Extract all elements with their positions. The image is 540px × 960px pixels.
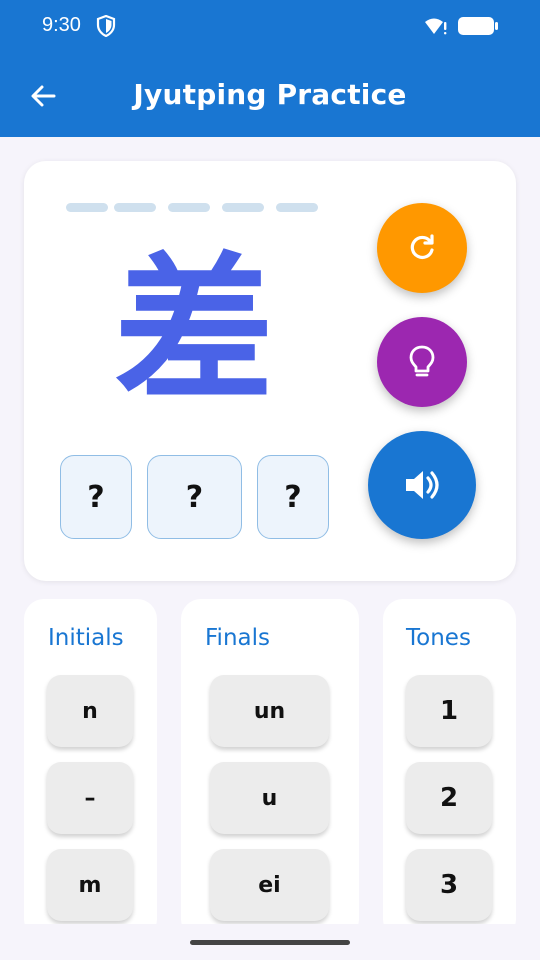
wifi-icon [425, 18, 447, 35]
progress-dash [114, 203, 156, 212]
shield-icon [96, 15, 116, 37]
initial-option[interactable]: m [47, 849, 133, 921]
progress-dash [276, 203, 318, 212]
tone-option[interactable]: 2 [406, 762, 492, 834]
lightbulb-icon [409, 345, 435, 377]
initials-panel: Initials n – m [24, 599, 157, 939]
refresh-icon [410, 234, 434, 260]
speaker-icon [406, 471, 439, 499]
answer-slot-initial[interactable]: ? [60, 455, 132, 539]
final-option[interactable]: u [210, 762, 329, 834]
finals-panel: Finals un u ei [181, 599, 359, 939]
play-sound-button[interactable] [368, 431, 476, 539]
answer-slot-tone[interactable]: ? [257, 455, 329, 539]
initials-title: Initials [48, 625, 124, 651]
progress-dash [222, 203, 264, 212]
final-option[interactable]: ei [210, 849, 329, 921]
tone-option[interactable]: 1 [406, 675, 492, 747]
tones-panel: Tones 1 2 3 [383, 599, 516, 939]
tones-title: Tones [406, 625, 471, 651]
status-time: 9:30 [42, 14, 81, 36]
progress-dash [168, 203, 210, 212]
hint-button[interactable] [377, 317, 467, 407]
battery-icon [458, 17, 498, 35]
app-bar: Jyutping Practice [0, 54, 540, 137]
progress-dash [66, 203, 108, 212]
tone-option[interactable]: 3 [406, 849, 492, 921]
finals-title: Finals [205, 625, 270, 651]
page-title: Jyutping Practice [133, 78, 407, 111]
status-bar: 9:30 [0, 0, 540, 54]
initial-option[interactable]: – [47, 762, 133, 834]
system-nav-bar [0, 924, 540, 960]
final-option[interactable]: un [210, 675, 329, 747]
answer-slot-final[interactable]: ? [147, 455, 242, 539]
practice-character: 差 [114, 237, 275, 424]
refresh-button[interactable] [377, 203, 467, 293]
gesture-handle[interactable] [190, 940, 350, 945]
practice-card: 差 ? ? ? [24, 161, 516, 581]
initial-option[interactable]: n [47, 675, 133, 747]
